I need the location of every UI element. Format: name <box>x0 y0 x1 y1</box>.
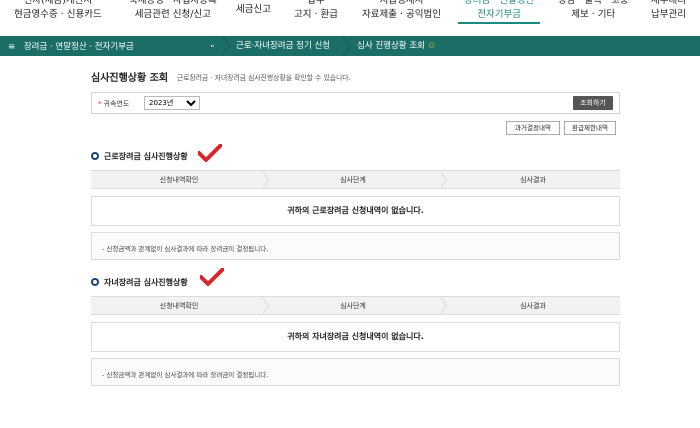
refund-limit-button[interactable]: 환급제한내역 <box>564 121 616 135</box>
progress-steps: 신청내역확인 심사단계 심사결과 <box>91 296 620 315</box>
breadcrumb-level2-label: 근로·자녀장려금 정기 신청 <box>236 41 331 51</box>
empty-message: 귀하의 근로장려금 신청내역이 없습니다. <box>91 196 620 226</box>
nav-item-e-invoice[interactable]: 전자(세금)계산서 현금영수증 · 신용카드 <box>14 0 102 22</box>
nav-item-line1: 전자(세금)계산서 <box>23 0 93 6</box>
nav-item-consult[interactable]: 상담 · 불복 · 고충 제보 · 기타 <box>558 0 629 22</box>
bullet-icon <box>91 152 99 160</box>
nav-item-line1: 세금신고 <box>236 4 271 15</box>
step-label: 신청내역확인 <box>159 302 199 310</box>
page-title: 심사진행상황 조회 <box>91 73 169 84</box>
step-label: 심사결과 <box>520 302 546 310</box>
breadcrumb-level3-label: 심사 진행상황 조회 <box>357 41 425 51</box>
bullet-icon <box>91 278 99 286</box>
section-title-text: 근로장려금 심사진행상황 <box>104 152 188 161</box>
nav-item-payment[interactable]: 납부 고지 · 환급 <box>294 0 338 22</box>
top-navigation: 전자(세금)계산서 현금영수증 · 신용카드 국세증명 · 사업자등록 세금관련… <box>0 0 700 34</box>
nav-item-line2: 자료제출 · 공익법인 <box>362 9 441 20</box>
breadcrumb-menu[interactable]: ≡ 장려금 · 연말정산 · 전자기부금 <box>8 40 134 52</box>
step-arrow-icon <box>262 171 271 188</box>
step-label: 심사단계 <box>340 176 366 184</box>
section-title-text: 자녀장려금 심사진행상황 <box>104 278 188 287</box>
nav-item-incentive[interactable]: 장려금 · 연말정산 전자기부금 <box>457 0 541 24</box>
menu-icon: ≡ <box>8 42 16 52</box>
step-label: 심사결과 <box>520 176 546 184</box>
year-label-text: 귀속연도 <box>103 100 130 108</box>
required-mark: * <box>98 100 102 108</box>
year-select[interactable]: 2023년 <box>144 96 200 110</box>
favorite-star-icon[interactable]: ✩ <box>428 41 435 51</box>
section-title-child-incentive: 자녀장려금 심사진행상황 <box>91 277 188 288</box>
step-label: 신청내역확인 <box>159 176 199 184</box>
search-button[interactable]: 조회하기 <box>573 96 613 110</box>
breadcrumb-level3[interactable]: 심사 진행상황 조회 ✩ <box>343 36 435 56</box>
checkmark-icon <box>200 268 224 286</box>
step-arrow-icon <box>440 297 449 314</box>
nav-item-line1: 세무대리 <box>651 0 686 6</box>
step-arrow-icon <box>262 297 271 314</box>
nav-item-line1: 장려금 · 연말정산 <box>464 0 535 6</box>
empty-message: 귀하의 자녀장려금 신청내역이 없습니다. <box>91 322 620 352</box>
info-note: - 신청금액과 관계없이 심사결과에 따라 장려금이 결정됩니다. <box>91 358 620 386</box>
step-label: 심사단계 <box>340 302 366 310</box>
nav-item-line2: 현금영수증 · 신용카드 <box>14 9 102 20</box>
progress-steps: 신청내역확인 심사단계 심사결과 <box>91 170 620 189</box>
section-title-work-incentive: 근로장려금 심사진행상황 <box>91 151 188 162</box>
nav-item-line1: 납부 <box>307 0 325 6</box>
nav-item-tax-agent[interactable]: 세무대리 납부관리 <box>651 0 686 22</box>
nav-item-line1: 지급명세서 <box>379 0 424 6</box>
nav-item-line1: 국세증명 · 사업자등록 <box>129 0 217 6</box>
nav-item-line2: 제보 · 기타 <box>571 9 616 20</box>
search-panel: * 귀속연도 2023년 조회하기 <box>91 92 620 114</box>
nav-item-tax-return[interactable]: 세금신고 <box>236 3 271 17</box>
breadcrumb: ≡ 장려금 · 연말정산 · 전자기부금 ⌄ 근로·자녀장려금 정기 신청 심사… <box>0 36 700 56</box>
past-decision-button[interactable]: 과거결정내역 <box>506 121 560 135</box>
checkmark-icon <box>198 144 222 162</box>
info-note: - 신청금액과 관계없이 심사결과에 따라 장려금이 결정됩니다. <box>91 232 620 260</box>
nav-item-line1: 상담 · 불복 · 고충 <box>558 0 629 6</box>
breadcrumb-level2[interactable]: 근로·자녀장려금 정기 신청 <box>222 36 330 56</box>
breadcrumb-menu-label: 장려금 · 연말정산 · 전자기부금 <box>23 42 134 52</box>
nav-item-certificate[interactable]: 국세증명 · 사업자등록 세금관련 신청/신고 <box>129 0 217 22</box>
nav-item-line2: 전자기부금 <box>477 9 521 20</box>
page-description: 근로장려금 · 자녀장려금 심사진행상황을 확인할 수 있습니다. <box>177 74 351 82</box>
year-label: * 귀속연도 <box>98 99 129 109</box>
nav-item-line2: 납부관리 <box>651 9 686 20</box>
chevron-down-icon[interactable]: ⌄ <box>209 40 216 49</box>
step-arrow-icon <box>440 171 449 188</box>
nav-item-line2: 고지 · 환급 <box>294 9 339 20</box>
nav-item-statement[interactable]: 지급명세서 자료제출 · 공익법인 <box>362 0 441 22</box>
nav-item-line2: 세금관련 신청/신고 <box>134 9 211 20</box>
